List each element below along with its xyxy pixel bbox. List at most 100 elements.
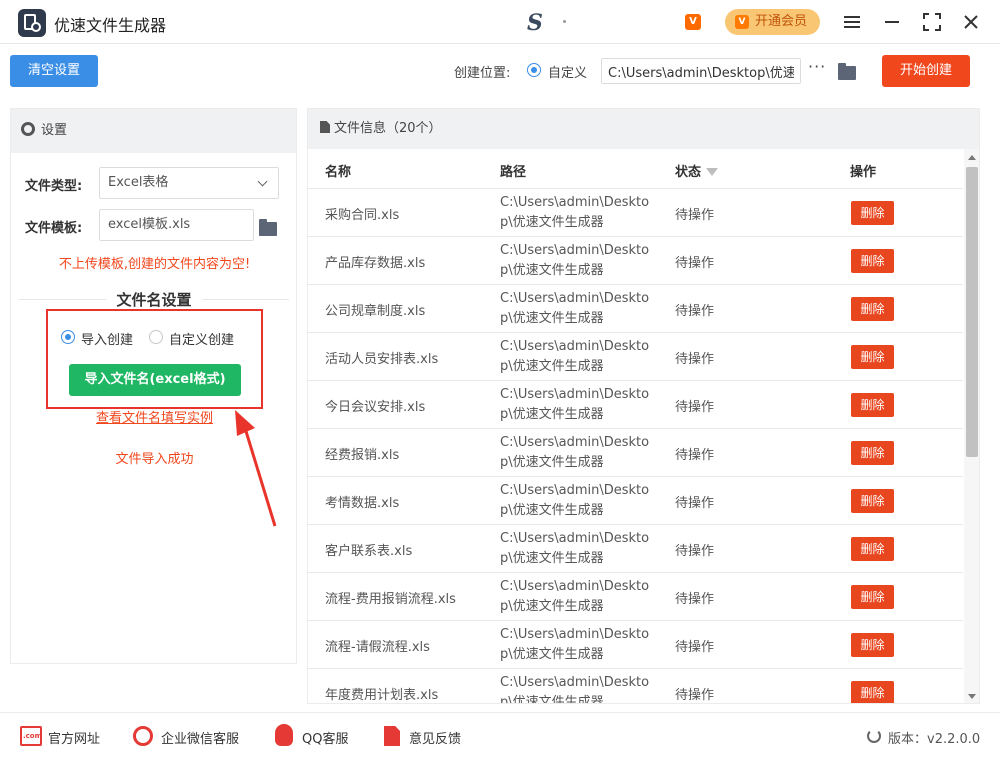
- file-path: C:\Users\admin\Desktop\优速文件生成器: [500, 435, 650, 470]
- qq-support-link[interactable]: QQ客服: [302, 728, 348, 747]
- file-type-select[interactable]: Excel表格: [99, 167, 279, 199]
- vip-badge-icon[interactable]: V: [685, 14, 701, 30]
- table-row: 采购合同.xls C:\Users\admin\Desktop\优速文件生成器 待操…: [308, 189, 963, 237]
- more-options-button[interactable]: ···: [808, 57, 826, 76]
- template-folder-icon[interactable]: [259, 219, 277, 236]
- scrollbar[interactable]: [964, 149, 979, 703]
- table-row: 客户联系表.xls C:\Users\admin\Desktop\优速文件生成器 待…: [308, 525, 963, 573]
- template-warning: 不上传模板,创建的文件内容为空!: [58, 257, 251, 272]
- table-row: 流程-请假流程.xls C:\Users\admin\Desktop\优速文件生成…: [308, 621, 963, 669]
- mode-custom-radio[interactable]: [149, 330, 163, 344]
- file-status: 待操作: [675, 208, 715, 223]
- annotation-arrow-icon: [235, 410, 277, 527]
- maximize-icon[interactable]: [920, 10, 944, 34]
- file-status: 待操作: [675, 304, 715, 319]
- file-info-header: 文件信息（20个）: [308, 109, 979, 149]
- delete-button[interactable]: 删除: [851, 297, 894, 321]
- website-link[interactable]: 官方网址: [48, 728, 100, 747]
- delete-button[interactable]: 删除: [851, 489, 894, 513]
- file-type-value: Excel表格: [108, 175, 169, 190]
- file-status: 待操作: [675, 544, 715, 559]
- column-action: 操作: [850, 165, 877, 180]
- mode-custom-label[interactable]: 自定义创建: [169, 329, 234, 348]
- file-name: 流程-费用报销流程.xls: [325, 592, 456, 607]
- start-create-button[interactable]: 开始创建: [882, 55, 970, 87]
- table-row: 经费报销.xls C:\Users\admin\Desktop\优速文件生成器 待操…: [308, 429, 963, 477]
- vip-button[interactable]: V 开通会员: [725, 9, 820, 35]
- mode-import-label[interactable]: 导入创建: [81, 329, 133, 348]
- delete-button[interactable]: 删除: [851, 201, 894, 225]
- column-status-label: 状态: [675, 165, 702, 180]
- settings-header-label: 设置: [41, 123, 68, 138]
- delete-button[interactable]: 删除: [851, 345, 894, 369]
- table-row: 公司规章制度.xls C:\Users\admin\Desktop\优速文件生成器…: [308, 285, 963, 333]
- file-path: C:\Users\admin\Desktop\优速文件生成器: [500, 339, 650, 374]
- website-icon[interactable]: [20, 726, 42, 746]
- location-custom-radio[interactable]: [527, 63, 541, 77]
- feedback-link[interactable]: 意见反馈: [409, 728, 461, 747]
- file-name: 经费报销.xls: [325, 448, 400, 463]
- refresh-icon[interactable]: [867, 729, 881, 743]
- scroll-thumb[interactable]: [966, 167, 978, 457]
- file-name: 今日会议安排.xls: [325, 400, 426, 415]
- file-info-panel: 文件信息（20个） 名称 路径 状态 操作 采购合同.xls C:\Users\a…: [307, 108, 980, 704]
- column-name: 名称: [325, 165, 352, 180]
- menu-icon[interactable]: [840, 10, 864, 34]
- scroll-down-icon[interactable]: [968, 694, 976, 699]
- file-name: 产品库存数据.xls: [325, 256, 426, 271]
- wechat-support-link[interactable]: 企业微信客服: [161, 728, 239, 747]
- table-row: 活动人员安排表.xls C:\Users\admin\Desktop\优速文件生成…: [308, 333, 963, 381]
- minimize-icon[interactable]: [880, 10, 904, 34]
- file-template-input[interactable]: excel模板.xls: [99, 209, 254, 241]
- file-path: C:\Users\admin\Desktop\优速文件生成器: [500, 291, 650, 326]
- filename-section-title: 文件名设置: [19, 289, 289, 310]
- file-name: 考情数据.xls: [325, 496, 400, 511]
- column-status[interactable]: 状态: [675, 161, 719, 180]
- delete-button[interactable]: 删除: [851, 681, 894, 703]
- delete-button[interactable]: 删除: [851, 633, 894, 657]
- location-custom-label[interactable]: 自定义: [548, 62, 587, 81]
- file-path: C:\Users\admin\Desktop\优速文件生成器: [500, 243, 650, 278]
- qq-icon[interactable]: [275, 724, 293, 746]
- vip-button-label: 开通会员: [755, 14, 808, 29]
- file-status: 待操作: [675, 688, 715, 703]
- table-body: 采购合同.xls C:\Users\admin\Desktop\优速文件生成器 待操…: [308, 189, 963, 703]
- document-icon: [320, 121, 330, 133]
- delete-button[interactable]: 删除: [851, 249, 894, 273]
- app-logo-icon: [18, 9, 46, 37]
- filter-icon[interactable]: [706, 168, 719, 176]
- delete-button[interactable]: 删除: [851, 441, 894, 465]
- delete-button[interactable]: 删除: [851, 537, 894, 561]
- file-table: 名称 路径 状态 操作 采购合同.xls C:\Users\admin\Deskt…: [308, 149, 963, 703]
- import-filenames-button[interactable]: 导入文件名(excel格式): [69, 364, 241, 396]
- app-title: 优速文件生成器: [54, 16, 167, 35]
- mode-import-radio[interactable]: [61, 330, 75, 344]
- file-path: C:\Users\admin\Desktop\优速文件生成器: [500, 579, 650, 614]
- folder-icon[interactable]: [838, 63, 856, 80]
- toolbar: 清空设置 创建位置: 自定义 ··· 开始创建: [0, 45, 1000, 97]
- delete-button[interactable]: 删除: [851, 393, 894, 417]
- feedback-icon[interactable]: [384, 726, 400, 746]
- clear-settings-button[interactable]: 清空设置: [10, 55, 98, 87]
- file-status: 待操作: [675, 640, 715, 655]
- delete-button[interactable]: 删除: [851, 585, 894, 609]
- file-type-label: 文件类型:: [25, 179, 83, 194]
- file-path: C:\Users\admin\Desktop\优速文件生成器: [500, 387, 650, 422]
- file-status: 待操作: [675, 400, 715, 415]
- scroll-up-icon[interactable]: [968, 155, 976, 160]
- file-name: 采购合同.xls: [325, 208, 400, 223]
- file-name: 公司规章制度.xls: [325, 304, 426, 319]
- file-path: C:\Users\admin\Desktop\优速文件生成器: [500, 195, 650, 230]
- file-status: 待操作: [675, 496, 715, 511]
- table-row: 今日会议安排.xls C:\Users\admin\Desktop\优速文件生成器…: [308, 381, 963, 429]
- file-path: C:\Users\admin\Desktop\优速文件生成器: [500, 531, 650, 566]
- table-row: 产品库存数据.xls C:\Users\admin\Desktop\优速文件生成器…: [308, 237, 963, 285]
- version-label: 版本：v2.2.0.0: [888, 732, 981, 747]
- close-icon[interactable]: [959, 10, 983, 34]
- output-path-input[interactable]: [601, 58, 801, 84]
- settings-header: 设置: [11, 109, 296, 153]
- file-status: 待操作: [675, 256, 715, 271]
- file-status: 待操作: [675, 352, 715, 367]
- wechat-icon[interactable]: [133, 726, 153, 746]
- footer-bar: 官方网址 企业微信客服 QQ客服 意见反馈 版本：v2.2.0.0: [0, 712, 1000, 760]
